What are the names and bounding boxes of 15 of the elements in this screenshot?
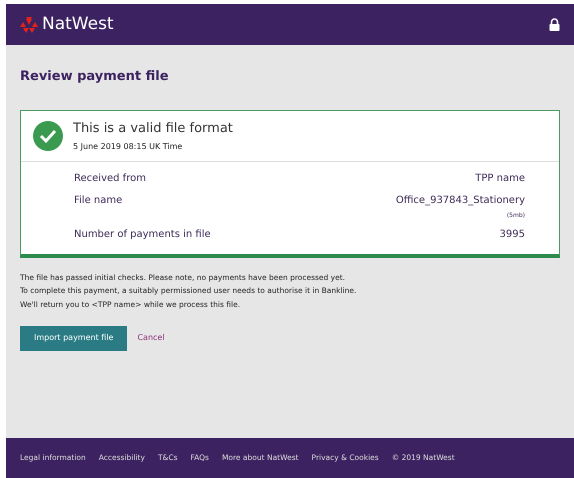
cancel-link[interactable]: Cancel (137, 332, 165, 344)
timestamp: 5 June 2019 08:15 UK Time (73, 141, 184, 153)
row-label: Received from (74, 172, 146, 186)
brand-name: NatWest (42, 12, 114, 36)
logo-icon (20, 16, 38, 32)
status-title: This is a valid file format (73, 120, 233, 138)
row-label: File name (74, 194, 122, 208)
row-value: 3995 (500, 228, 525, 242)
import-button[interactable]: Import payment file (20, 326, 128, 351)
page-title: Review payment file (20, 68, 170, 86)
check-icon (33, 120, 63, 151)
row-value: Office_937843_Stationery (396, 194, 525, 208)
row-label: Number of payments in file (74, 228, 211, 242)
lock-icon (549, 18, 560, 31)
row-value: TPP name (475, 172, 525, 186)
